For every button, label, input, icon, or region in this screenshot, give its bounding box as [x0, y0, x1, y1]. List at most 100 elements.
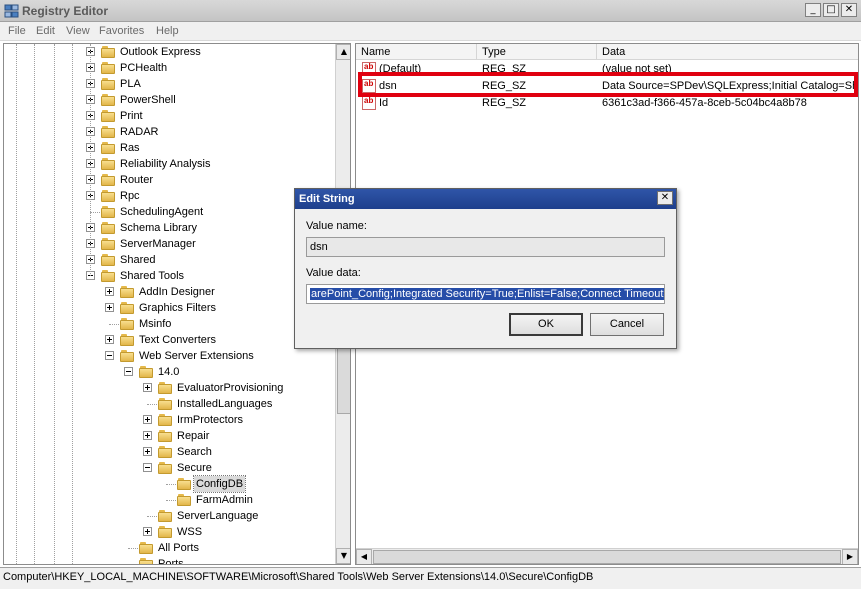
value-type: REG_SZ — [482, 63, 527, 75]
list-header: Name Type Data — [356, 44, 858, 60]
folder-icon — [101, 94, 115, 106]
window-controls: _ □ ✕ — [805, 3, 857, 17]
scroll-up-arrow-icon[interactable]: ▲ — [336, 44, 350, 60]
maximize-button[interactable]: □ — [823, 3, 839, 17]
tree-node-label: Shared Tools — [120, 270, 185, 282]
collapse-icon[interactable] — [105, 351, 114, 360]
tree-node-label: ServerManager — [120, 238, 196, 250]
scroll-left-arrow-icon[interactable]: ◀ — [356, 549, 372, 564]
value-row-default[interactable]: ab (Default) REG_SZ (value not set) — [356, 61, 858, 77]
value-data-field[interactable]: arePoint_Config;Integrated Security=True… — [306, 284, 665, 304]
menu-view[interactable]: View — [66, 25, 90, 37]
value-name: (Default) — [379, 63, 422, 75]
list-horizontal-scrollbar[interactable]: ◀ ▶ — [356, 548, 858, 564]
tree-connector — [128, 548, 138, 549]
scroll-down-arrow-icon[interactable]: ▼ — [336, 548, 350, 564]
tree-guide-line — [90, 44, 91, 276]
tree-node-label: EvaluatorProvisioning — [177, 382, 284, 394]
title-bar: Registry Editor _ □ ✕ — [0, 0, 861, 22]
menu-help[interactable]: Help — [156, 25, 179, 37]
menu-favorites[interactable]: Favorites — [99, 25, 144, 37]
folder-icon — [177, 478, 191, 490]
tree-node-label: FarmAdmin — [196, 494, 253, 506]
menu-file[interactable]: File — [8, 25, 26, 37]
folder-icon — [101, 190, 115, 202]
folder-icon — [139, 366, 153, 378]
value-row-dsn[interactable]: ab dsn REG_SZ Data Source=SPDev\SQLExpre… — [356, 78, 858, 94]
list-scroll-thumb[interactable] — [373, 550, 841, 564]
current-key-path: Computer\HKEY_LOCAL_MACHINE\SOFTWARE\Mic… — [3, 571, 594, 583]
tree-node-label: PCHealth — [120, 62, 168, 74]
tree-node-label: Search — [177, 446, 212, 458]
tree-node-label: Schema Library — [120, 222, 198, 234]
tree-node-label: Graphics Filters — [139, 302, 217, 314]
folder-icon — [158, 446, 172, 458]
value-data: (value not set) — [602, 63, 672, 75]
folder-icon — [139, 542, 153, 554]
dialog-title-bar: Edit String ✕ — [295, 189, 676, 209]
column-header-data[interactable]: Data — [597, 44, 858, 60]
tree-connector — [109, 324, 119, 325]
value-name-field[interactable]: dsn — [306, 237, 665, 257]
expand-icon[interactable] — [143, 527, 152, 536]
tree-guide-line — [72, 44, 73, 564]
ok-button[interactable]: OK — [509, 313, 583, 336]
tree-connector — [166, 500, 176, 501]
tree-node-label: Reliability Analysis — [120, 158, 211, 170]
folder-icon — [101, 78, 115, 90]
expand-icon[interactable] — [143, 431, 152, 440]
expand-icon[interactable] — [143, 415, 152, 424]
tree-scroll-thumb[interactable] — [337, 344, 350, 414]
value-data: 6361c3ad-f366-457a-8ceb-5c04bc4a8b78 — [602, 97, 807, 109]
tree-node-label: WSS — [177, 526, 203, 538]
folder-icon — [120, 318, 134, 330]
tree-connector — [90, 212, 100, 213]
folder-icon — [158, 430, 172, 442]
folder-icon — [177, 494, 191, 506]
folder-icon — [101, 62, 115, 74]
scroll-right-arrow-icon[interactable]: ▶ — [842, 549, 858, 564]
tree-connector — [166, 484, 176, 485]
expand-icon[interactable] — [105, 287, 114, 296]
folder-icon — [158, 414, 172, 426]
value-name: dsn — [379, 80, 397, 92]
status-bar: Computer\HKEY_LOCAL_MACHINE\SOFTWARE\Mic… — [0, 567, 861, 589]
expand-icon[interactable] — [143, 447, 152, 456]
tree-node-label: Text Converters — [139, 334, 217, 346]
tree-node-label: Repair — [177, 430, 210, 442]
cancel-button[interactable]: Cancel — [590, 313, 664, 336]
tree-node-label: Shared — [120, 254, 156, 266]
value-data-label: Value data: — [306, 267, 361, 279]
tree-node-label: PLA — [120, 78, 141, 90]
minimize-button[interactable]: _ — [805, 3, 821, 17]
tree-node-label: ServerLanguage — [177, 510, 259, 522]
tree-node-label: Print — [120, 110, 143, 122]
dialog-title: Edit String — [299, 193, 355, 205]
folder-icon — [101, 46, 115, 58]
expand-icon[interactable] — [143, 383, 152, 392]
registry-editor-icon — [4, 4, 19, 18]
window-title: Registry Editor — [22, 4, 109, 18]
tree-connector — [128, 564, 138, 565]
tree-guide-line — [34, 44, 35, 564]
close-button[interactable]: ✕ — [841, 3, 857, 17]
collapse-icon[interactable] — [143, 463, 152, 472]
tree-connector — [147, 404, 157, 405]
tree-guide-line — [16, 44, 17, 564]
folder-icon — [101, 142, 115, 154]
folder-icon — [158, 462, 172, 474]
value-name-label: Value name: — [306, 220, 367, 232]
folder-icon — [101, 158, 115, 170]
dialog-close-icon[interactable]: ✕ — [657, 191, 673, 205]
collapse-icon[interactable] — [124, 367, 133, 376]
string-value-icon: ab — [362, 79, 376, 93]
column-header-type[interactable]: Type — [477, 44, 597, 60]
expand-icon[interactable] — [105, 335, 114, 344]
value-row-id[interactable]: ab Id REG_SZ 6361c3ad-f366-457a-8ceb-5c0… — [356, 95, 858, 111]
menu-edit[interactable]: Edit — [36, 25, 55, 37]
folder-icon — [101, 222, 115, 234]
tree-node-label: PowerShell — [120, 94, 176, 106]
folder-icon — [101, 174, 115, 186]
expand-icon[interactable] — [105, 303, 114, 312]
column-header-name[interactable]: Name — [356, 44, 477, 60]
